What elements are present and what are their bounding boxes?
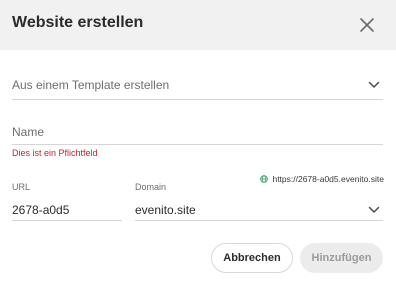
name-field[interactable] [12,120,383,145]
cancel-button[interactable]: Abbrechen [211,243,293,273]
domain-label: Domain [135,182,167,192]
name-error-message: Dies ist ein Pflichtfeld [12,148,98,158]
chevron-down-icon [368,81,380,88]
add-button-label: Hinzufügen [311,252,372,264]
domain-select[interactable]: Domain evenito.site [135,182,383,221]
dialog-header: Website erstellen [0,0,396,50]
chevron-down-icon [368,206,380,213]
template-select-label: Aus einem Template erstellen [12,78,170,92]
template-select[interactable]: Aus einem Template erstellen [12,72,383,100]
domain-value: evenito.site [135,203,196,217]
add-button[interactable]: Hinzufügen [300,243,383,273]
cancel-button-label: Abbrechen [223,252,281,264]
close-icon [360,18,374,32]
dialog-title: Website erstellen [12,14,144,31]
close-button[interactable] [358,16,376,34]
name-input[interactable] [12,120,383,143]
url-field[interactable]: URL 2678-a0d5 [12,182,122,221]
url-value[interactable]: 2678-a0d5 [12,203,69,217]
create-website-dialog: Website erstellen Aus einem Template ers… [0,0,396,295]
url-label: URL [12,182,31,192]
